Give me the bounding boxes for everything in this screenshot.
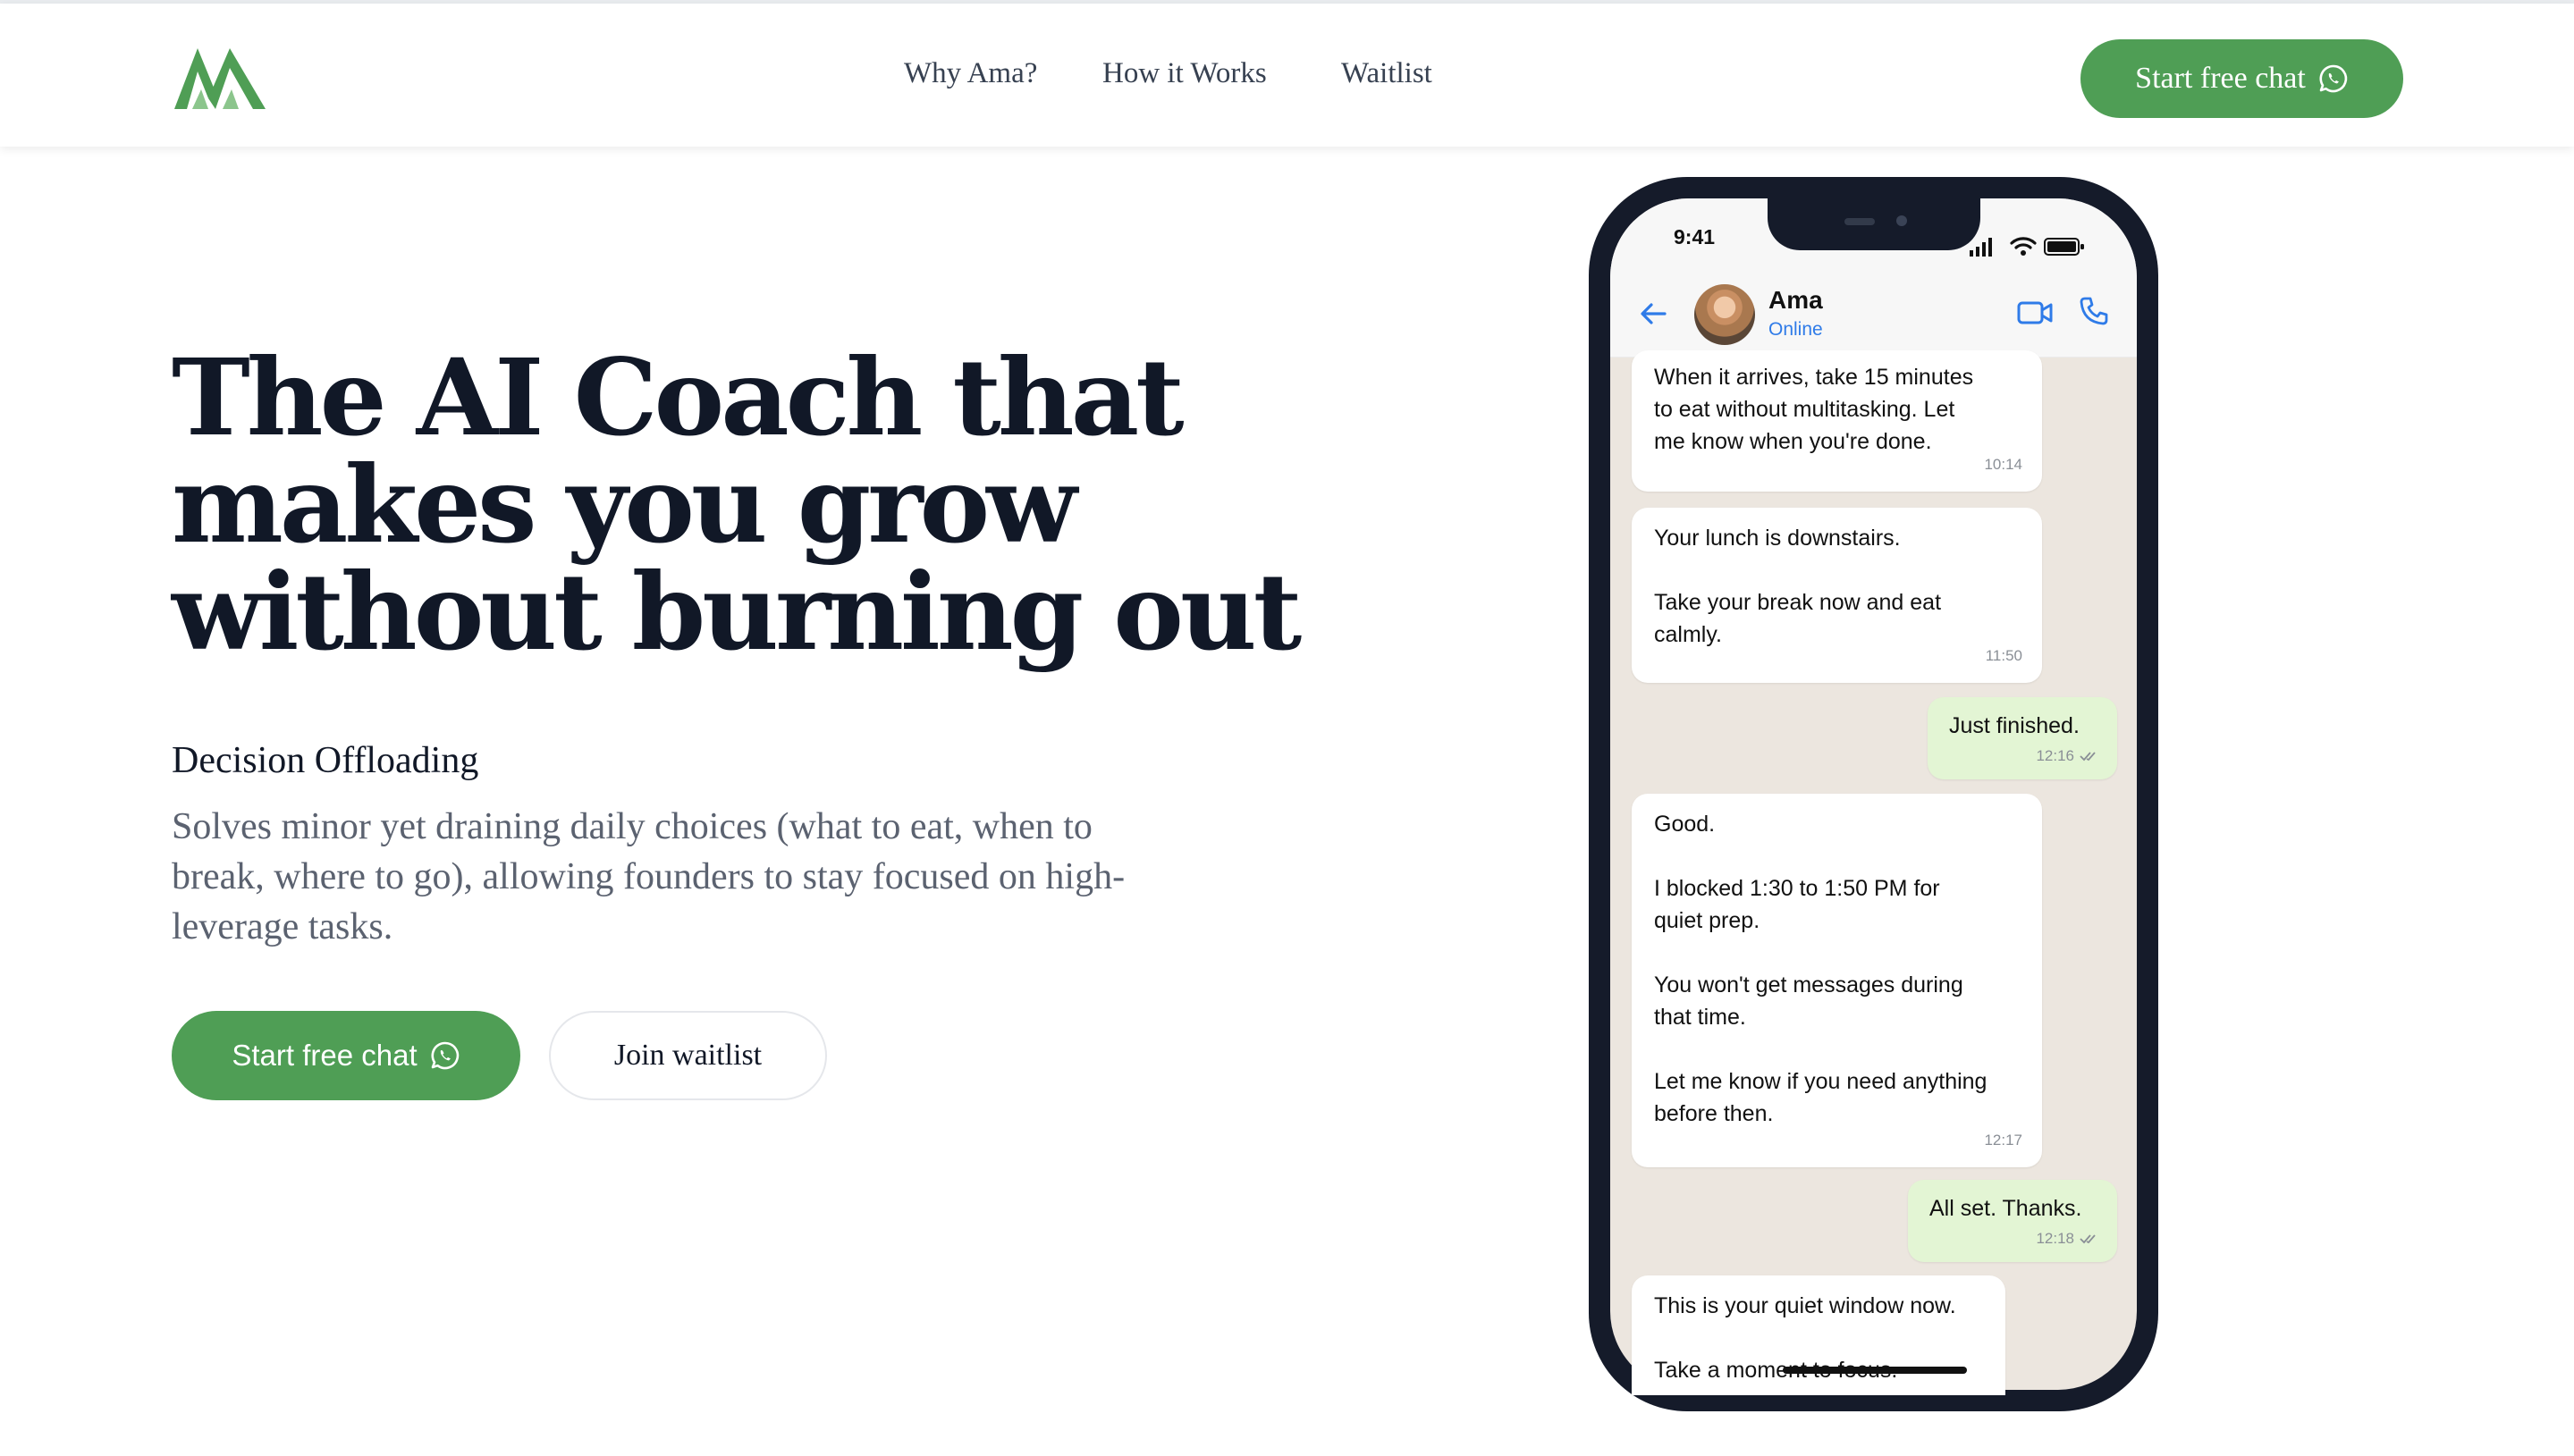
signal-icon [1970,238,1992,257]
message-line: calmly. [1654,622,1722,647]
join-waitlist-button[interactable]: Join waitlist [549,1011,827,1100]
message-line: Good. [1654,812,1716,837]
message-line-spacer [1654,554,1941,586]
double-check-icon [2080,752,2096,762]
message-time: 12:17 [1984,1132,2022,1149]
ama-logo-icon[interactable] [174,48,266,109]
message-line-spacer [1654,840,1987,872]
status-time: 9:41 [1674,225,1716,248]
whatsapp-icon [431,1041,459,1070]
message-line-spacer [1654,1033,1987,1065]
video-call-icon[interactable] [2017,300,2053,325]
message-bubble-outgoing: All set. Thanks. 12:18 [1908,1180,2117,1262]
message-line: Take your break now and eat [1654,590,1942,615]
message-time: 12:16 [2036,747,2074,764]
notch-speaker [1844,218,1875,225]
message-line: Your lunch is downstairs. [1654,526,1901,551]
message-line: before then. [1654,1101,1774,1126]
phone-call-icon[interactable] [2079,296,2109,326]
double-check-icon [2080,1234,2096,1244]
feature-desc-line-3: leverage tasks. [172,906,393,947]
hero-title-line-1: The AI Coach that [172,335,1185,459]
message-line: When it arrives, take 15 minutes [1654,365,1974,390]
home-indicator[interactable] [1783,1367,1967,1374]
message-line: You won't get messages during [1654,972,1963,997]
header-start-chat-button[interactable]: Start free chat [2080,39,2403,118]
nav-link-waitlist[interactable]: Waitlist [1341,57,1432,90]
nav-link-why-ama[interactable]: Why Ama? [904,57,1037,90]
message-line: quiet prep. [1654,908,1760,933]
message-bubble-incoming: This is your quiet window now. Take a mo… [1632,1275,2005,1395]
message-time: 12:18 [2036,1230,2074,1247]
message-line: I blocked 1:30 to 1:50 PM for [1654,876,1940,901]
screen-bottom-edge [1610,1392,2137,1418]
message-line: Let me know if you need anything [1654,1069,1987,1094]
message-bubble-incoming: Your lunch is downstairs. Take your brea… [1632,508,2042,683]
message-time: 11:50 [1985,647,2022,664]
message-time: 10:14 [1984,456,2022,473]
message-line: to eat without multitasking. Let [1654,397,1955,422]
message-bubble-outgoing: Just finished. 12:16 [1928,697,2117,779]
start-free-chat-label: Start free chat [232,1039,418,1072]
feature-description: Solves minor yet draining daily choices … [172,802,1271,952]
message-line: This is your quiet window now. [1654,1293,1956,1318]
message-line: that time. [1654,1005,1746,1030]
hero-title: The AI Coach that makes you grow without… [172,344,1334,666]
header-start-chat-label: Start free chat [2135,62,2306,95]
start-free-chat-button[interactable]: Start free chat [172,1011,520,1100]
contact-name: Ama [1768,286,1823,314]
phone-notch [1768,195,1980,250]
back-arrow-icon[interactable] [1638,299,1668,329]
wifi-icon [2010,237,2037,256]
message-line-spacer [1654,937,1987,969]
chat-header [1610,277,2137,358]
message-line-spacer [1654,1322,1956,1354]
message-line: me know when you're done. [1654,429,1932,454]
site-header: Why Ama? How it Works Waitlist Start fre… [0,4,2574,147]
feature-desc-line-2: break, where to go), allowing founders t… [172,856,1126,897]
notch-camera [1896,215,1907,226]
nav-link-how-it-works[interactable]: How it Works [1102,57,1267,90]
message-bubble-incoming: Good. I blocked 1:30 to 1:50 PM for quie… [1632,794,2042,1167]
message-line: All set. Thanks. [1929,1196,2082,1221]
feature-desc-line-1: Solves minor yet draining daily choices … [172,806,1093,847]
contact-status: Online [1768,319,1823,340]
battery-icon [2044,238,2084,256]
whatsapp-icon [2319,64,2348,93]
contact-avatar[interactable] [1694,284,1755,345]
feature-title: Decision Offloading [172,740,479,781]
message-line: Just finished. [1949,713,2080,738]
message-bubble-incoming: When it arrives, take 15 minutes to eat … [1632,350,2042,492]
hero-title-line-3: without burning out [172,550,1302,674]
hero-title-line-2: makes you grow [172,442,1077,567]
